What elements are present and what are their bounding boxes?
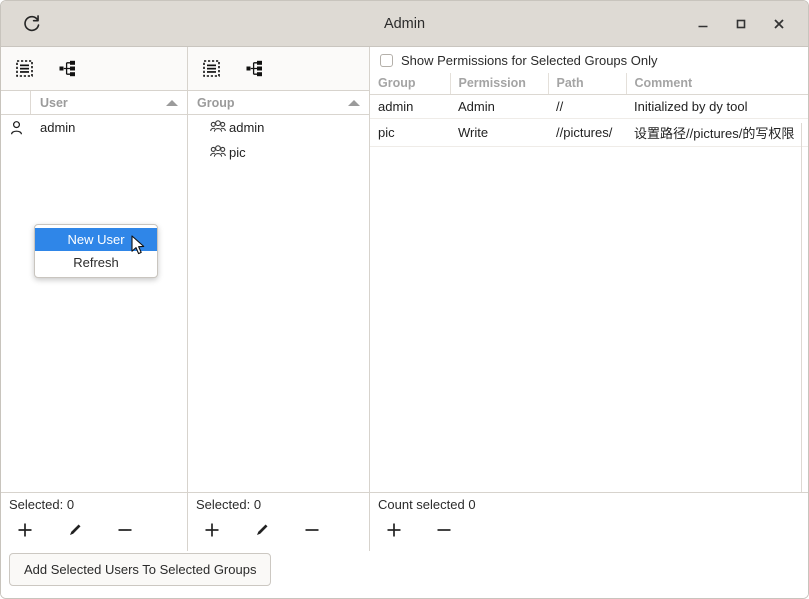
main-area: User admin — [1, 47, 808, 599]
table-row[interactable]: admin Admin // Initialized by dy tool — [370, 95, 808, 119]
groups-toolbar — [188, 47, 369, 91]
context-menu-item-refresh[interactable]: Refresh — [35, 251, 157, 274]
groups-column-header[interactable]: Group — [188, 91, 369, 114]
users-action-row — [9, 517, 187, 543]
groups-action-row — [196, 517, 369, 543]
list-item[interactable]: admin — [1, 115, 187, 140]
cell-permission: Admin — [450, 95, 548, 119]
list-item-label: admin — [31, 120, 75, 135]
cell-comment: 设置路径//pictures/的写权限 — [626, 119, 808, 147]
user-context-menu: New User Refresh — [34, 224, 158, 278]
users-selected-count: Selected: 0 — [9, 497, 187, 512]
users-toolbar — [1, 47, 187, 91]
list-item[interactable]: pic — [188, 140, 369, 165]
column-header-comment[interactable]: Comment — [626, 73, 808, 95]
cell-group: pic — [370, 119, 450, 147]
show-permissions-checkbox[interactable] — [380, 54, 393, 67]
users-list-header: User — [1, 91, 187, 115]
add-group-button[interactable] — [196, 517, 228, 543]
groups-column-label: Group — [197, 96, 235, 110]
maximize-icon[interactable] — [722, 7, 760, 41]
groups-list: admin pi — [188, 115, 369, 165]
title-bar-left — [1, 1, 61, 46]
permissions-table: Group Permission Path Comment admin Admi… — [370, 73, 808, 147]
add-permission-button[interactable] — [378, 517, 410, 543]
footer-area: Selected: 0 Selected: 0 — [1, 492, 808, 599]
users-column-label: User — [40, 96, 68, 110]
groups-selected-count: Selected: 0 — [196, 497, 369, 512]
cell-group: admin — [370, 95, 450, 119]
group-icon — [210, 119, 226, 136]
table-row[interactable]: pic Write //pictures/ 设置路径//pictures/的写权… — [370, 119, 808, 147]
context-menu-item-new-user[interactable]: New User — [35, 228, 157, 251]
refresh-icon[interactable] — [16, 9, 46, 39]
column-header-path[interactable]: Path — [548, 73, 626, 95]
admin-window: Admin — [0, 0, 809, 599]
window-controls — [684, 1, 808, 46]
user-icon — [1, 121, 31, 135]
show-permissions-label[interactable]: Show Permissions for Selected Groups Onl… — [401, 53, 658, 68]
remove-user-button[interactable] — [109, 517, 141, 543]
title-bar: Admin — [1, 1, 808, 47]
permissions-scroll-edge — [801, 123, 802, 535]
cell-path: // — [548, 95, 626, 119]
add-selected-users-to-groups-button[interactable]: Add Selected Users To Selected Groups — [9, 553, 271, 586]
permissions-count-selected: Count selected 0 — [378, 497, 808, 512]
column-header-permission[interactable]: Permission — [450, 73, 548, 95]
column-header-group[interactable]: Group — [370, 73, 450, 95]
permissions-table-header-row: Group Permission Path Comment — [370, 73, 808, 95]
permissions-action-row — [378, 517, 808, 543]
list-item[interactable]: admin — [188, 115, 369, 140]
close-icon[interactable] — [760, 7, 798, 41]
permissions-panel: Show Permissions for Selected Groups Onl… — [370, 47, 808, 492]
permissions-footer: Count selected 0 — [370, 493, 808, 551]
groups-panel: Group — [188, 47, 370, 492]
list-item-label: admin — [229, 120, 264, 135]
edit-user-button[interactable] — [59, 517, 91, 543]
select-all-icon[interactable] — [200, 58, 222, 80]
sort-ascending-icon[interactable] — [348, 100, 360, 106]
users-column-header[interactable]: User — [31, 91, 187, 114]
select-all-icon[interactable] — [13, 58, 35, 80]
permissions-filter-row: Show Permissions for Selected Groups Onl… — [370, 47, 808, 73]
hierarchy-icon[interactable] — [243, 58, 265, 80]
groups-footer: Selected: 0 — [188, 493, 370, 551]
minimize-icon[interactable] — [684, 7, 722, 41]
edit-group-button[interactable] — [246, 517, 278, 543]
cell-path: //pictures/ — [548, 119, 626, 147]
users-footer: Selected: 0 — [1, 493, 188, 551]
cell-comment: Initialized by dy tool — [626, 95, 808, 119]
cell-permission: Write — [450, 119, 548, 147]
remove-group-button[interactable] — [296, 517, 328, 543]
list-item-label: pic — [229, 145, 246, 160]
remove-permission-button[interactable] — [428, 517, 460, 543]
group-icon — [210, 144, 226, 161]
users-list: admin — [1, 115, 187, 140]
groups-list-header: Group — [188, 91, 369, 115]
sort-ascending-icon[interactable] — [166, 100, 178, 106]
hierarchy-icon[interactable] — [56, 58, 78, 80]
users-icon-column-header — [1, 91, 31, 114]
add-user-button[interactable] — [9, 517, 41, 543]
footer-columns: Selected: 0 Selected: 0 — [1, 493, 808, 551]
